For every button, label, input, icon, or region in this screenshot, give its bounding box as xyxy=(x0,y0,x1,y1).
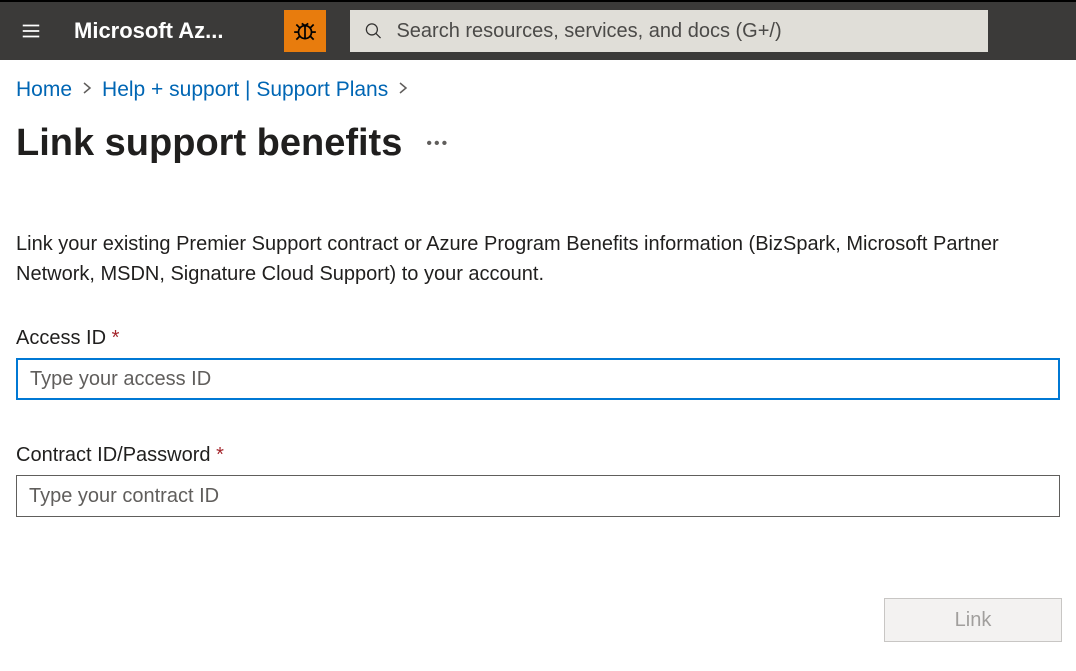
bug-icon xyxy=(292,18,318,44)
chevron-right-icon xyxy=(82,81,92,99)
required-indicator: * xyxy=(216,444,224,466)
page-title-row: Link support benefits ••• xyxy=(16,122,1060,165)
bug-report-button[interactable] xyxy=(284,10,326,52)
chevron-right-icon xyxy=(398,81,408,99)
brand-label[interactable]: Microsoft Az... xyxy=(74,18,224,44)
breadcrumb-home[interactable]: Home xyxy=(16,78,72,102)
breadcrumb-help-support[interactable]: Help + support | Support Plans xyxy=(102,78,388,102)
more-actions-button[interactable]: ••• xyxy=(426,135,449,153)
breadcrumb: Home Help + support | Support Plans xyxy=(16,78,1060,102)
contract-id-input[interactable] xyxy=(16,475,1060,517)
search-box[interactable] xyxy=(350,10,988,52)
footer-actions: Link xyxy=(884,598,1062,642)
page-title: Link support benefits xyxy=(16,122,402,165)
top-header: Microsoft Az... xyxy=(0,2,1076,60)
access-id-group: Access ID * xyxy=(16,327,1060,400)
hamburger-icon xyxy=(20,20,42,42)
required-indicator: * xyxy=(112,327,120,349)
contract-id-group: Contract ID/Password * xyxy=(16,444,1060,517)
access-id-label: Access ID * xyxy=(16,327,1060,350)
search-input[interactable] xyxy=(396,20,973,43)
contract-id-label: Contract ID/Password * xyxy=(16,444,1060,467)
search-icon xyxy=(364,21,383,41)
page-content: Home Help + support | Support Plans Link… xyxy=(0,60,1076,517)
page-description: Link your existing Premier Support contr… xyxy=(16,229,1060,289)
link-button[interactable]: Link xyxy=(884,598,1062,642)
contract-id-label-text: Contract ID/Password xyxy=(16,444,211,466)
hamburger-menu-button[interactable] xyxy=(12,12,50,50)
access-id-input[interactable] xyxy=(16,358,1060,400)
access-id-label-text: Access ID xyxy=(16,327,106,349)
